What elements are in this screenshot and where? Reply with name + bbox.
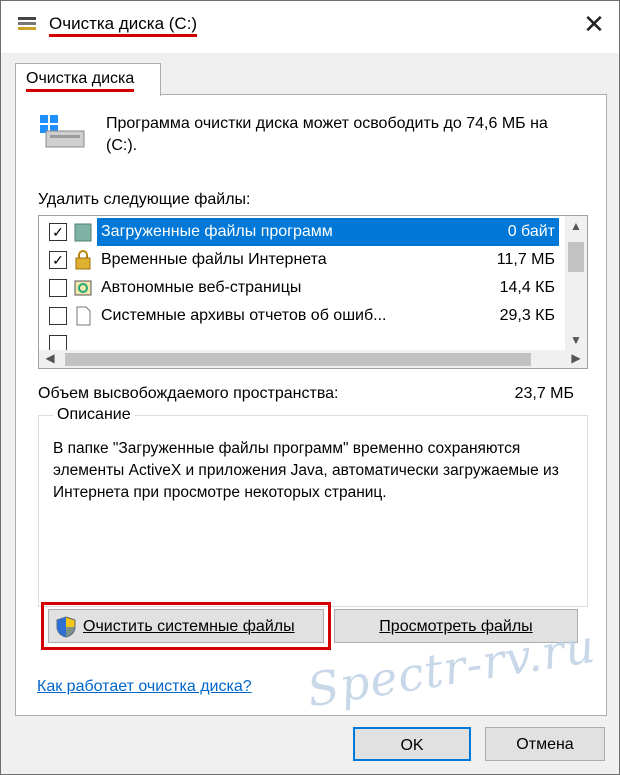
cleanup-system-files-button[interactable]: Очистить системные файлы	[41, 602, 331, 650]
scroll-up-icon[interactable]: ▲	[565, 216, 587, 236]
disk-cleanup-window: Очистка диска (C:) ✕ Очистка диска Прогр…	[0, 0, 620, 775]
close-button[interactable]: ✕	[579, 9, 609, 39]
files-section-label: Удалить следующие файлы:	[38, 191, 251, 208]
list-item[interactable]: ✓ Временные файлы Интернета 11,7 МБ	[39, 246, 563, 274]
checkbox[interactable]: ✓	[49, 223, 67, 241]
vertical-scrollbar[interactable]: ▲ ▼	[565, 216, 587, 350]
sync-icon	[74, 280, 92, 296]
checkbox[interactable]	[49, 335, 67, 350]
list-item[interactable]: Системные архивы отчетов об ошиб... 29,3…	[39, 302, 563, 330]
list-item-size: 14,4 КБ	[499, 279, 555, 296]
checkbox[interactable]	[49, 307, 67, 325]
description-text: В папке "Загруженные файлы программ" вре…	[53, 440, 559, 501]
list-item-name: Временные файлы Интернета	[101, 251, 327, 268]
list-item-name: Загруженные файлы программ	[97, 218, 481, 246]
files-listbox[interactable]: ✓ Загруженные файлы программ 0 байт ✓ Вр…	[38, 215, 588, 369]
list-item[interactable]	[39, 330, 563, 350]
list-item-name: Системные архивы отчетов об ошиб...	[101, 307, 387, 324]
scroll-down-icon[interactable]: ▼	[565, 330, 587, 350]
list-item[interactable]: Автономные веб-страницы 14,4 КБ	[39, 274, 563, 302]
list-item[interactable]: ✓ Загруженные файлы программ 0 байт	[39, 218, 563, 246]
list-item-size: 11,7 МБ	[496, 251, 555, 268]
tab-disk-cleanup[interactable]: Очистка диска	[15, 63, 161, 96]
disk-cleanup-app-icon	[18, 17, 36, 30]
how-disk-cleanup-works-link[interactable]: Как работает очистка диска?	[37, 678, 252, 696]
lock-icon	[75, 250, 91, 270]
drive-icon	[40, 115, 85, 148]
horizontal-scroll-thumb[interactable]	[65, 353, 531, 366]
vertical-scroll-thumb[interactable]	[568, 242, 584, 272]
scroll-left-icon[interactable]: ◀	[39, 349, 61, 367]
tab-label: Очистка диска	[26, 69, 135, 92]
files-list: ✓ Загруженные файлы программ 0 байт ✓ Вр…	[39, 216, 563, 350]
checkbox[interactable]: ✓	[49, 251, 67, 269]
list-item-size: 29,3 КБ	[499, 307, 555, 324]
space-label: Объем высвобождаемого пространства:	[38, 385, 339, 402]
scroll-right-icon[interactable]: ▶	[565, 349, 587, 367]
title-bar: Очистка диска (C:) ✕	[1, 1, 619, 53]
space-value: 23,7 МБ	[514, 385, 574, 402]
uac-shield-icon	[56, 616, 76, 638]
description-group: Описание В папке "Загруженные файлы прог…	[38, 406, 588, 607]
description-title: Описание	[53, 406, 135, 424]
intro-text: Программа очистки диска может освободить…	[106, 115, 548, 154]
document-icon	[76, 306, 91, 326]
view-files-label: Просмотреть файлы	[379, 618, 533, 635]
window-title: Очистка диска (C:)	[49, 14, 198, 37]
checkbox[interactable]	[49, 279, 67, 297]
cleanup-system-files-label: Очистить системные файлы	[83, 618, 295, 635]
list-item-size: 0 байт	[481, 218, 559, 246]
tab-panel: Программа очистки диска может освободить…	[15, 94, 607, 716]
folder-icon	[74, 223, 92, 242]
cancel-button[interactable]: Отмена	[485, 727, 605, 761]
list-item-name: Автономные веб-страницы	[101, 279, 302, 296]
view-files-button[interactable]: Просмотреть файлы	[334, 609, 578, 643]
horizontal-scrollbar[interactable]: ◀ ▶	[39, 350, 587, 368]
ok-button[interactable]: OK	[353, 727, 471, 761]
